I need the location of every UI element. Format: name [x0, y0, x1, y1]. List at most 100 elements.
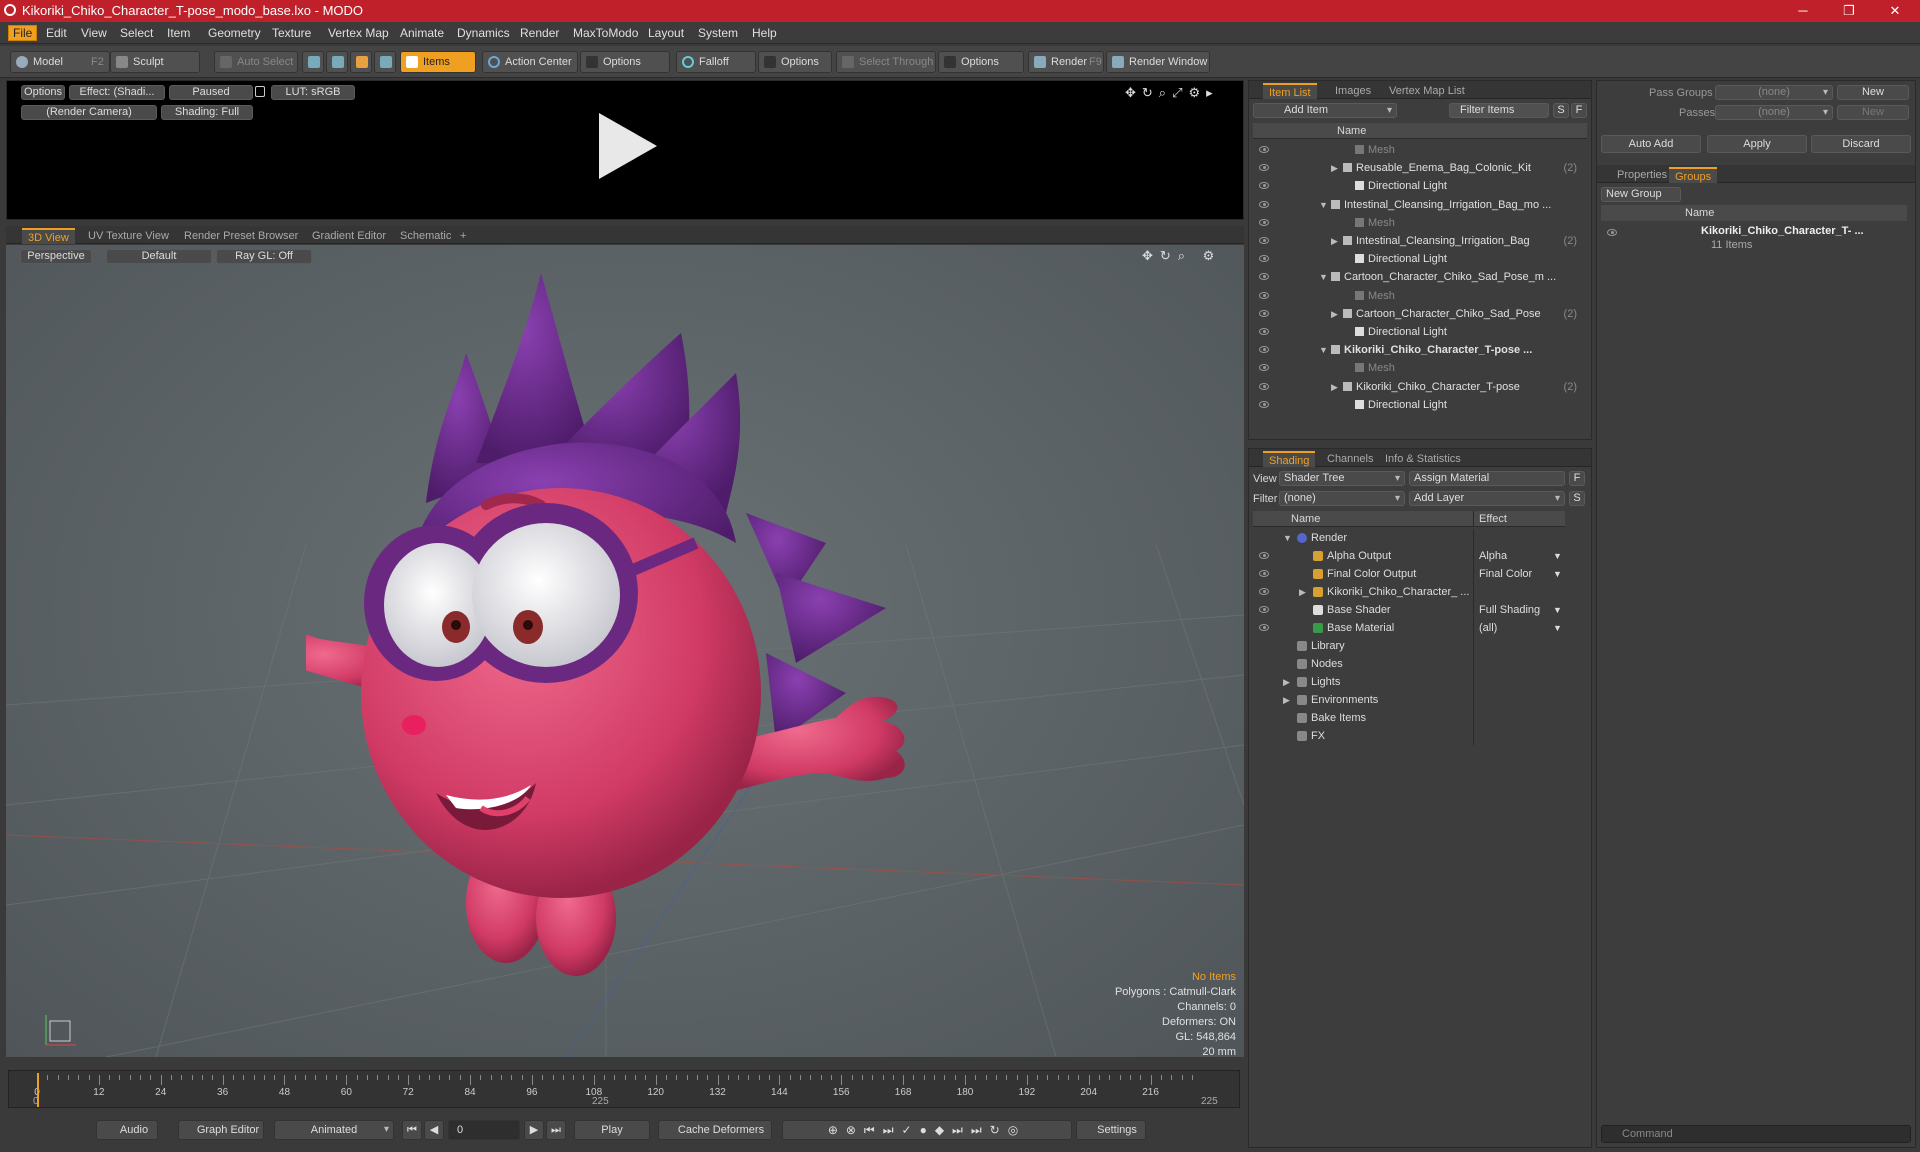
shader-tree-row[interactable]: Base Material (all) ▼: [1253, 619, 1565, 637]
viewport-nav-icons[interactable]: ✥↻⌕ ⚙: [1142, 248, 1221, 264]
expand-arrow-icon[interactable]: ▶: [1331, 305, 1338, 323]
eye-icon[interactable]: [1259, 146, 1269, 153]
shader-view-dropdown[interactable]: Shader Tree: [1279, 471, 1405, 486]
eye-icon[interactable]: [1259, 382, 1269, 390]
eye-icon[interactable]: [1259, 182, 1269, 190]
menu-layout[interactable]: Layout: [648, 26, 684, 40]
shader-tree-row[interactable]: Nodes: [1253, 655, 1565, 673]
eye-icon[interactable]: [1259, 552, 1269, 559]
lock-icon[interactable]: [255, 86, 265, 97]
tab-channels[interactable]: Channels: [1321, 451, 1379, 467]
tab-gradient-editor[interactable]: Gradient Editor: [306, 228, 392, 244]
filter-items-input[interactable]: Filter Items: [1449, 103, 1549, 118]
shader-tree-row[interactable]: ▼ Render: [1253, 529, 1565, 547]
add-layer-dropdown[interactable]: Add Layer: [1409, 491, 1565, 506]
falloff-button[interactable]: Falloff: [676, 51, 756, 73]
render-window-button[interactable]: Render Window: [1106, 51, 1210, 73]
items-mode-button[interactable]: Items: [400, 51, 476, 73]
menu-animate[interactable]: Animate: [400, 26, 444, 40]
select-through-button[interactable]: Select Through: [836, 51, 936, 73]
tab-render-preset-browser[interactable]: Render Preset Browser: [178, 228, 304, 244]
sculpt-mode-button[interactable]: Sculpt: [110, 51, 200, 73]
expand-arrow-icon[interactable]: ▶: [1299, 583, 1306, 601]
tab-item-list[interactable]: Item List: [1263, 83, 1317, 99]
model-mode-button[interactable]: Model F2: [10, 51, 110, 73]
tab-images[interactable]: Images: [1329, 83, 1377, 99]
tab-info-statistics[interactable]: Info & Statistics: [1379, 451, 1467, 467]
menu-render[interactable]: Render: [520, 26, 559, 40]
collapse-arrow-icon[interactable]: ▼: [1319, 196, 1328, 214]
apply-button[interactable]: Apply: [1707, 135, 1807, 153]
render-button[interactable]: Render F9: [1028, 51, 1104, 73]
shader-effect-dropdown[interactable]: Final Color: [1479, 565, 1532, 583]
preview-options-button[interactable]: Options: [21, 85, 65, 100]
item-list-row[interactable]: Directional Light: [1253, 323, 1583, 341]
menu-system[interactable]: System: [698, 26, 738, 40]
shading-f-button[interactable]: F: [1569, 471, 1585, 486]
key-tools[interactable]: ⊕⊗⏮⏭✓●◆⏭⏭↻◎: [782, 1120, 1072, 1140]
item-list-row[interactable]: ▼ Cartoon_Character_Chiko_Sad_Pose_m ...: [1253, 268, 1583, 286]
close-button[interactable]: ✕: [1872, 0, 1918, 22]
next-frame-button[interactable]: ▶: [524, 1120, 544, 1140]
item-list-row[interactable]: Mesh: [1253, 214, 1583, 232]
eye-icon[interactable]: [1259, 309, 1269, 317]
auto-select-button[interactable]: Auto Select: [214, 51, 298, 73]
eye-icon[interactable]: [1259, 364, 1269, 372]
shader-effect-dropdown[interactable]: Full Shading: [1479, 601, 1540, 619]
animated-dropdown[interactable]: Animated: [274, 1120, 394, 1140]
settings-button[interactable]: Settings: [1076, 1120, 1146, 1140]
item-list-row[interactable]: ▶ Kikoriki_Chiko_Character_T-pose (2): [1253, 378, 1583, 396]
shader-effect-dropdown[interactable]: (all): [1479, 619, 1497, 637]
shader-effect-dropdown[interactable]: Alpha: [1479, 547, 1507, 565]
tab-shading[interactable]: Shading: [1263, 451, 1316, 467]
eye-icon[interactable]: [1259, 328, 1269, 335]
lut-dropdown[interactable]: LUT: sRGB: [271, 85, 355, 100]
item-list-row[interactable]: Mesh: [1253, 287, 1583, 305]
collapse-arrow-icon[interactable]: ▼: [1319, 341, 1328, 359]
item-list-row[interactable]: ▶ Cartoon_Character_Chiko_Sad_Pose (2): [1253, 305, 1583, 323]
menu-file[interactable]: File: [8, 25, 38, 41]
item-list-row[interactable]: Directional Light: [1253, 250, 1583, 268]
add-item-dropdown[interactable]: Add Item: [1253, 103, 1397, 118]
eye-icon[interactable]: [1259, 200, 1269, 208]
passes-new-button[interactable]: New: [1837, 105, 1909, 120]
edge-mode-button[interactable]: [326, 51, 348, 73]
menu-vertex-map[interactable]: Vertex Map: [328, 26, 389, 40]
expand-arrow-icon[interactable]: ▶: [1331, 232, 1338, 250]
dropdown-arrow-icon[interactable]: ▼: [1553, 619, 1562, 637]
auto-add-button[interactable]: Auto Add: [1601, 135, 1701, 153]
filter-s-button[interactable]: S: [1553, 103, 1569, 118]
item-list-row[interactable]: ▶ Intestinal_Cleansing_Irrigation_Bag (2): [1253, 232, 1583, 250]
eye-icon[interactable]: [1259, 570, 1269, 577]
tab-uv-texture-view[interactable]: UV Texture View: [82, 228, 175, 244]
collapse-arrow-icon[interactable]: ▼: [1283, 529, 1292, 547]
preview-paused-button[interactable]: Paused: [169, 85, 253, 100]
item-list-row[interactable]: Mesh: [1253, 359, 1583, 377]
action-center-options-button[interactable]: Options: [580, 51, 670, 73]
item-list-row[interactable]: ▼ Kikoriki_Chiko_Character_T-pose ...: [1253, 341, 1583, 359]
tab-schematic[interactable]: Schematic: [394, 228, 457, 244]
filter-f-button[interactable]: F: [1571, 103, 1587, 118]
item-list-row[interactable]: ▶ Reusable_Enema_Bag_Colonic_Kit (2): [1253, 159, 1583, 177]
preview-effect-dropdown[interactable]: Effect: (Shadi...: [69, 85, 165, 100]
expand-arrow-icon[interactable]: ▶: [1331, 378, 1338, 396]
frame-input[interactable]: 0: [448, 1120, 520, 1140]
command-input[interactable]: Command: [1601, 1125, 1911, 1143]
new-group-button[interactable]: New Group: [1601, 187, 1681, 202]
group-row[interactable]: Kikoriki_Chiko_Character_T- ... 11 Items: [1601, 223, 1907, 259]
expand-arrow-icon[interactable]: ▶: [1283, 673, 1290, 691]
eye-icon[interactable]: [1259, 606, 1269, 613]
cache-deformers-button[interactable]: Cache Deformers: [658, 1120, 772, 1140]
menu-dynamics[interactable]: Dynamics: [457, 26, 510, 40]
play-icon[interactable]: [591, 111, 661, 181]
eye-icon[interactable]: [1259, 400, 1269, 408]
pass-groups-dropdown[interactable]: (none): [1715, 85, 1833, 100]
tab-vertex-map-list[interactable]: Vertex Map List: [1383, 83, 1471, 99]
vertex-mode-button[interactable]: [302, 51, 324, 73]
expand-arrow-icon[interactable]: ▶: [1283, 691, 1290, 709]
menu-geometry[interactable]: Geometry: [208, 26, 261, 40]
collapse-arrow-icon[interactable]: ▼: [1319, 268, 1328, 286]
pass-groups-new-button[interactable]: New: [1837, 85, 1909, 100]
last-frame-button[interactable]: ⏭: [546, 1120, 566, 1140]
eye-icon[interactable]: [1259, 291, 1269, 299]
